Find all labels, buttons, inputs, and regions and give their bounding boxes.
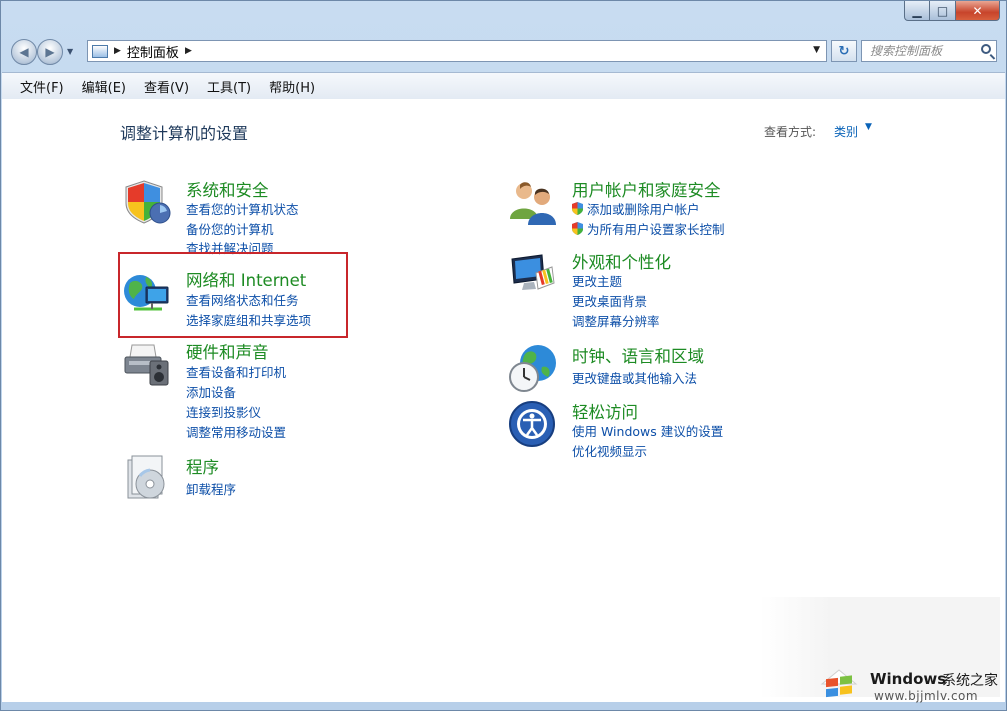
uac-shield-icon xyxy=(572,222,583,235)
link-windows-recommended-settings[interactable]: 使用 Windows 建议的设置 xyxy=(572,421,723,440)
link-change-theme[interactable]: 更改主题 xyxy=(572,271,622,290)
uac-shield-icon xyxy=(572,202,583,215)
link-change-desktop-background[interactable]: 更改桌面背景 xyxy=(572,291,647,310)
link-add-remove-accounts-label: 添加或删除用户帐户 xyxy=(587,202,700,217)
programs-icon[interactable] xyxy=(122,454,172,504)
search-input[interactable] xyxy=(868,43,980,59)
window-controls: ▁ □ ✕ xyxy=(904,1,1000,21)
link-devices-printers[interactable]: 查看设备和打印机 xyxy=(186,362,286,381)
link-change-input-method[interactable]: 更改键盘或其他输入法 xyxy=(572,368,697,387)
link-add-remove-accounts[interactable]: 添加或删除用户帐户 xyxy=(572,199,700,218)
maximize-button[interactable]: □ xyxy=(930,1,956,21)
watermark-site-name: 系统之家 xyxy=(942,673,998,689)
windows-logo-icon xyxy=(820,669,858,698)
appearance-icon[interactable] xyxy=(508,249,558,299)
refresh-button[interactable]: ↻ xyxy=(831,40,857,62)
link-parental-controls-label: 为所有用户设置家长控制 xyxy=(587,222,725,237)
view-by-dropdown-icon[interactable]: ▼ xyxy=(865,122,872,132)
link-view-computer-status[interactable]: 查看您的计算机状态 xyxy=(186,199,299,218)
printer-icon[interactable] xyxy=(122,339,172,389)
close-button[interactable]: ✕ xyxy=(956,1,1000,21)
category-hardware-sound: 硬件和声音 查看设备和打印机 添加设备 连接到投影仪 调整常用移动设置 xyxy=(122,339,422,441)
category-ease-of-access: 轻松访问 使用 Windows 建议的设置 优化视频显示 xyxy=(508,399,808,459)
link-uninstall-program[interactable]: 卸载程序 xyxy=(186,479,236,498)
recent-pages-dropdown-icon[interactable]: ▼ xyxy=(67,47,73,56)
users-icon[interactable] xyxy=(508,177,558,227)
breadcrumb-control-panel[interactable]: 控制面板 xyxy=(127,42,179,61)
link-backup-computer[interactable]: 备份您的计算机 xyxy=(186,219,274,238)
category-clock-language-region: 时钟、语言和区域 更改键盘或其他输入法 xyxy=(508,343,808,393)
category-title-user-accounts[interactable]: 用户帐户和家庭安全 xyxy=(572,177,721,201)
view-by-dropdown[interactable]: 类别 xyxy=(834,123,858,140)
back-button[interactable]: ◀ xyxy=(11,39,37,65)
search-icon[interactable] xyxy=(981,44,991,54)
category-title-appearance[interactable]: 外观和个性化 xyxy=(572,249,671,273)
breadcrumb-separator-icon[interactable]: ▶ xyxy=(185,46,192,56)
view-by-label: 查看方式: xyxy=(764,125,817,139)
breadcrumb-separator-icon[interactable]: ▶ xyxy=(114,46,121,56)
control-panel-window: ▁ □ ✕ ◀ ▶ ▼ ▶ 控制面板 ▶ ▼ ↻ 文件(F) 编辑(E) 查看(… xyxy=(0,0,1007,711)
clock-globe-icon[interactable] xyxy=(508,343,558,393)
search-box[interactable] xyxy=(861,40,997,62)
category-title-programs[interactable]: 程序 xyxy=(186,454,219,478)
link-optimize-video-display[interactable]: 优化视频显示 xyxy=(572,441,647,460)
menu-tools[interactable]: 工具(T) xyxy=(207,77,251,96)
category-system-security: 系统和安全 查看您的计算机状态 备份您的计算机 查找并解决问题 xyxy=(122,177,422,257)
menu-bar: 文件(F) 编辑(E) 查看(V) 工具(T) 帮助(H) xyxy=(2,72,1005,100)
category-title-clock-language-region[interactable]: 时钟、语言和区域 xyxy=(572,343,704,367)
content-area: 调整计算机的设置 查看方式: 类别 ▼ 系统和安全 查看您的计算机状态 备份您的… xyxy=(2,99,1005,703)
page-title: 调整计算机的设置 xyxy=(120,124,249,143)
link-add-device[interactable]: 添加设备 xyxy=(186,382,236,401)
address-bar[interactable]: ▶ 控制面板 ▶ ▼ xyxy=(87,40,827,62)
category-user-accounts: 用户帐户和家庭安全 添加或删除用户帐户 为所有用户设置家长控制 xyxy=(508,177,808,242)
category-appearance: 外观和个性化 更改主题 更改桌面背景 调整屏幕分辨率 xyxy=(508,249,808,329)
link-adjust-resolution[interactable]: 调整屏幕分辨率 xyxy=(572,311,660,330)
category-title-system-security[interactable]: 系统和安全 xyxy=(186,177,269,201)
minimize-button[interactable]: ▁ xyxy=(904,1,930,21)
link-mobility-settings[interactable]: 调整常用移动设置 xyxy=(186,422,286,441)
highlight-box xyxy=(118,252,348,338)
address-dropdown-icon[interactable]: ▼ xyxy=(813,45,820,55)
category-title-ease-of-access[interactable]: 轻松访问 xyxy=(572,399,638,423)
ease-of-access-icon[interactable] xyxy=(508,399,558,449)
menu-view[interactable]: 查看(V) xyxy=(144,77,189,96)
menu-help[interactable]: 帮助(H) xyxy=(269,77,315,96)
navigation-bar: ◀ ▶ ▼ ▶ 控制面板 ▶ ▼ ↻ xyxy=(9,37,998,67)
link-parental-controls[interactable]: 为所有用户设置家长控制 xyxy=(572,219,725,238)
category-programs: 程序 卸载程序 xyxy=(122,454,422,514)
category-title-hardware-sound[interactable]: 硬件和声音 xyxy=(186,339,269,363)
watermark-brand: Windows xyxy=(870,670,947,688)
link-connect-projector[interactable]: 连接到投影仪 xyxy=(186,402,261,421)
forward-button[interactable]: ▶ xyxy=(37,39,63,65)
refresh-icon: ↻ xyxy=(838,43,850,59)
shield-icon[interactable] xyxy=(122,177,172,227)
menu-file[interactable]: 文件(F) xyxy=(20,77,64,96)
menu-edit[interactable]: 编辑(E) xyxy=(82,77,126,96)
watermark-url: www.bjjmlv.com xyxy=(874,689,979,703)
control-panel-icon xyxy=(92,44,108,58)
